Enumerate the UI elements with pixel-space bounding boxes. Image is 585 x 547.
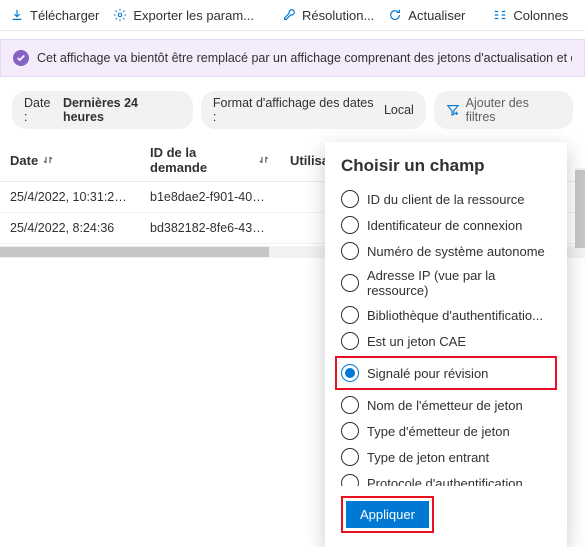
field-option-label: Bibliothèque d'authentificatio... [367, 308, 543, 323]
field-option[interactable]: Signalé pour révision [341, 360, 551, 386]
radio-icon [341, 364, 359, 382]
field-option[interactable]: ID du client de la ressource [341, 186, 551, 212]
filter-format[interactable]: Format d'affichage des dates : Local [201, 91, 426, 129]
filter-add-icon [446, 103, 460, 117]
scrollbar-thumb[interactable] [0, 247, 269, 257]
refresh-icon [388, 8, 402, 22]
toolbar-resolution-label: Résolution... [302, 8, 374, 23]
sort-icon [42, 154, 54, 166]
col-header-date-label: Date [10, 153, 38, 168]
filter-date-value: Dernières 24 heures [63, 96, 181, 124]
field-option-label: Signalé pour révision [367, 366, 488, 381]
toolbar-columns-label: Colonnes [513, 8, 568, 23]
field-option[interactable]: Numéro de système autonome [341, 238, 551, 264]
apply-highlight: Appliquer [341, 496, 434, 533]
col-header-id[interactable]: ID de la demande [140, 145, 280, 175]
filter-date-label: Date : [24, 96, 57, 124]
radio-icon [341, 242, 359, 260]
add-filter-button[interactable]: Ajouter des filtres [434, 91, 573, 129]
radio-icon [341, 216, 359, 234]
field-option[interactable]: Est un jeton CAE [341, 328, 551, 354]
columns-icon [493, 8, 507, 22]
download-icon [10, 8, 24, 22]
field-option[interactable]: Adresse IP (vue par la ressource) [341, 264, 551, 302]
radio-icon [341, 448, 359, 466]
toolbar-columns[interactable]: Colonnes [493, 8, 568, 23]
radio-icon [341, 190, 359, 208]
filter-bar: Date : Dernières 24 heures Format d'affi… [0, 77, 585, 139]
toolbar-resolution[interactable]: Résolution... [282, 8, 374, 23]
field-option-label: Protocole d'authentification [367, 476, 523, 487]
toolbar-download-label: Télécharger [30, 8, 99, 23]
banner-text: Cet affichage va bientôt être remplacé p… [37, 51, 572, 65]
col-header-id-label: ID de la demande [150, 145, 254, 175]
field-picker-popover: Choisir un champ ID du client de la ress… [325, 142, 567, 547]
field-option[interactable]: Protocole d'authentification [341, 470, 551, 486]
scrollbar-thumb[interactable] [575, 170, 585, 248]
field-option[interactable]: Bibliothèque d'authentificatio... [341, 302, 551, 328]
toolbar-export-label: Exporter les param... [133, 8, 254, 23]
field-option-label: Nom de l'émetteur de jeton [367, 398, 523, 413]
field-option-label: Type d'émetteur de jeton [367, 424, 510, 439]
cell-date: 25/4/2022, 8:24:36 [0, 221, 140, 235]
field-option-label: Type de jeton entrant [367, 450, 489, 465]
cell-date: 25/4/2022, 10:31:20 ... [0, 190, 140, 204]
add-filter-label: Ajouter des filtres [466, 96, 561, 124]
toolbar-export[interactable]: Exporter les param... [113, 8, 254, 23]
field-option-label: Identificateur de connexion [367, 218, 522, 233]
sort-icon [258, 154, 270, 166]
radio-icon [341, 306, 359, 324]
col-header-date[interactable]: Date [0, 145, 140, 175]
field-option[interactable]: Identificateur de connexion [341, 212, 551, 238]
radio-icon [341, 474, 359, 486]
field-option[interactable]: Type de jeton entrant [341, 444, 551, 470]
cell-id: b1e8dae2-f901-40c2... [140, 190, 280, 204]
field-option-label: Adresse IP (vue par la ressource) [367, 268, 551, 298]
filter-date[interactable]: Date : Dernières 24 heures [12, 91, 193, 129]
vertical-scrollbar[interactable] [575, 168, 585, 250]
radio-icon [341, 332, 359, 350]
toolbar-download[interactable]: Télécharger [10, 8, 99, 23]
selected-highlight: Signalé pour révision [335, 356, 557, 390]
filter-format-label: Format d'affichage des dates : [213, 96, 378, 124]
radio-icon [341, 422, 359, 440]
gear-icon [113, 8, 127, 22]
wrench-icon [282, 8, 296, 22]
radio-icon [341, 274, 359, 292]
field-option[interactable]: Nom de l'émetteur de jeton [341, 392, 551, 418]
apply-button[interactable]: Appliquer [346, 501, 429, 528]
toolbar-refresh[interactable]: Actualiser [388, 8, 465, 23]
field-option-label: ID du client de la ressource [367, 192, 525, 207]
popover-title: Choisir un champ [325, 156, 567, 186]
field-option-label: Numéro de système autonome [367, 244, 545, 259]
cell-id: bd382182-8fe6-434f... [140, 221, 280, 235]
toolbar: Télécharger Exporter les param... Résolu… [0, 0, 585, 31]
info-banner: Cet affichage va bientôt être remplacé p… [0, 39, 585, 77]
filter-format-value: Local [384, 103, 414, 117]
check-badge-icon [13, 50, 29, 66]
radio-icon [341, 396, 359, 414]
toolbar-refresh-label: Actualiser [408, 8, 465, 23]
field-option-label: Est un jeton CAE [367, 334, 466, 349]
field-options-list: ID du client de la ressource Identificate… [325, 186, 567, 486]
field-option[interactable]: Type d'émetteur de jeton [341, 418, 551, 444]
